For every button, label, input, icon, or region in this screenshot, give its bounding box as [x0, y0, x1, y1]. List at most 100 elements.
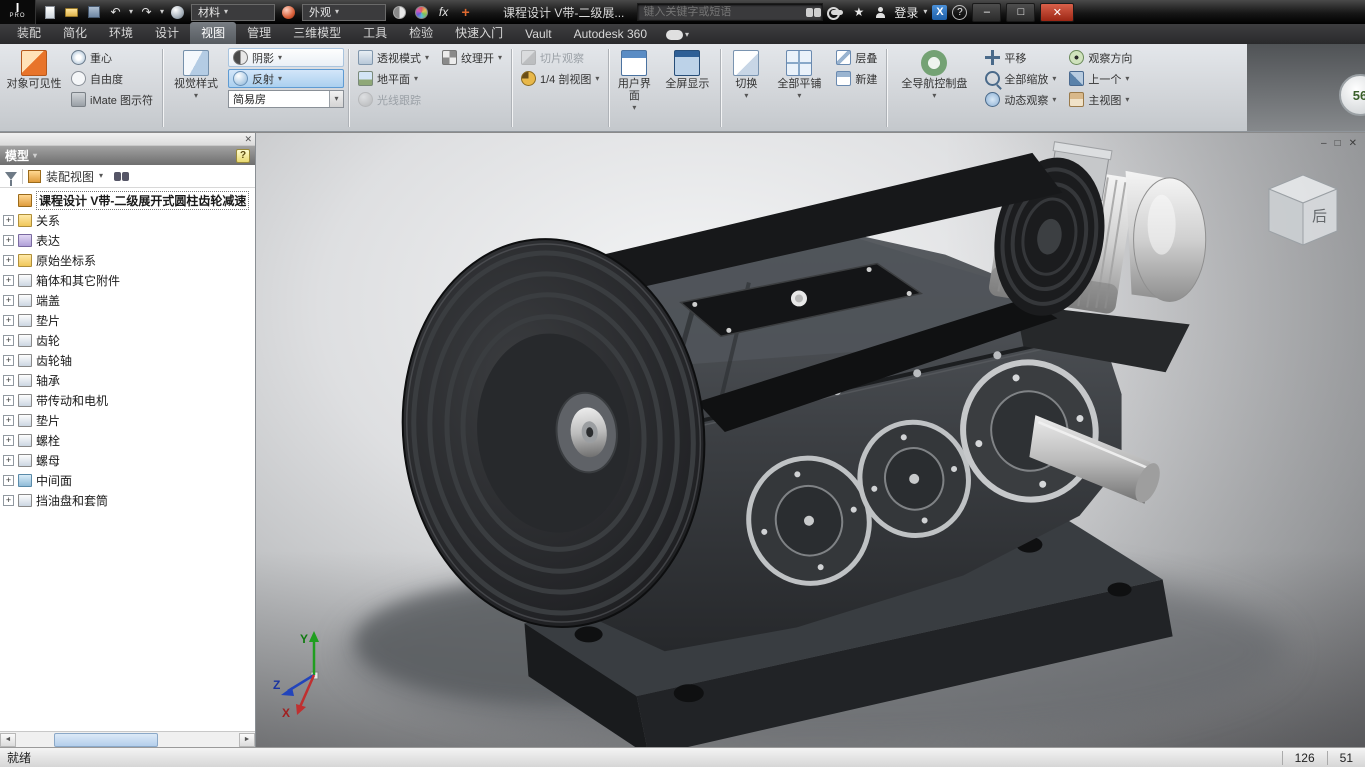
- zoom-all-button[interactable]: 全部缩放▾: [980, 69, 1061, 88]
- orbit-button[interactable]: 动态观察▾: [980, 90, 1061, 109]
- perspective-button[interactable]: 透视模式▾: [353, 48, 434, 67]
- tab-视图[interactable]: 视图: [190, 22, 236, 44]
- user-interface-button[interactable]: 用户界面 ▾: [613, 48, 655, 114]
- assembly-view-caret-icon[interactable]: ▾: [99, 172, 103, 180]
- view-cube-face-label[interactable]: 后: [1312, 208, 1327, 225]
- tree-item[interactable]: +螺母: [3, 450, 255, 470]
- perspective-caret-icon[interactable]: ▾: [425, 54, 429, 62]
- quarter-section-caret-icon[interactable]: ▾: [595, 75, 599, 83]
- browser-search-icon[interactable]: [114, 172, 121, 181]
- previous-caret-icon[interactable]: ▾: [1125, 75, 1129, 83]
- add-button[interactable]: +: [457, 4, 474, 21]
- tree-item[interactable]: +齿轮: [3, 330, 255, 350]
- tab-工具[interactable]: 工具: [352, 22, 398, 44]
- scroll-right-icon[interactable]: ►: [239, 733, 255, 747]
- pan-button[interactable]: 平移: [980, 48, 1061, 67]
- a360-panel-icon[interactable]: [666, 30, 683, 40]
- expander-icon[interactable]: +: [3, 315, 14, 326]
- browser-title-caret-icon[interactable]: ▾: [33, 152, 37, 160]
- tree-item[interactable]: +中间面: [3, 470, 255, 490]
- browser-drag-bar[interactable]: ✕: [0, 133, 255, 146]
- shadows-caret-icon[interactable]: ▾: [278, 54, 282, 62]
- expander-icon[interactable]: +: [3, 355, 14, 366]
- restore-button[interactable]: □: [1006, 3, 1035, 22]
- expander-icon[interactable]: +: [3, 335, 14, 346]
- expander-icon[interactable]: +: [3, 375, 14, 386]
- adjust-button[interactable]: [391, 4, 408, 21]
- browser-header[interactable]: 模型 ▾ ?: [0, 146, 255, 165]
- nav-wheel-button[interactable]: 全导航控制盘 ▾: [891, 48, 977, 102]
- expander-icon[interactable]: +: [3, 295, 14, 306]
- zoom-caret-icon[interactable]: ▾: [1052, 75, 1056, 83]
- browser-close-icon[interactable]: ✕: [244, 134, 252, 145]
- tab-管理[interactable]: 管理: [236, 22, 282, 44]
- expander-icon[interactable]: +: [3, 495, 14, 506]
- tree-item[interactable]: +轴承: [3, 370, 255, 390]
- tree-item[interactable]: +挡油盘和套筒: [3, 490, 255, 510]
- cascade-button[interactable]: 层叠: [831, 48, 882, 67]
- home-caret-icon[interactable]: ▾: [1125, 96, 1129, 104]
- assembly-view-selector[interactable]: 装配视图: [46, 168, 94, 185]
- gearbox-model[interactable]: [256, 133, 1365, 747]
- object-visibility-button[interactable]: 对象可见性: [5, 48, 63, 92]
- tree-item[interactable]: +齿轮轴: [3, 350, 255, 370]
- material-combo[interactable]: 材料 ▾: [191, 4, 275, 21]
- shadows-button[interactable]: 阴影▾: [228, 48, 344, 67]
- a360-caret-icon[interactable]: ▾: [685, 31, 689, 39]
- environment-combo[interactable]: 简易房 ▾: [228, 90, 344, 108]
- tab-Vault[interactable]: Vault: [514, 25, 562, 44]
- parameters-fx-button[interactable]: fx: [435, 4, 452, 21]
- ground-plane-caret-icon[interactable]: ▾: [414, 75, 418, 83]
- expander-icon[interactable]: +: [3, 235, 14, 246]
- save-button[interactable]: [85, 4, 102, 21]
- expander-icon[interactable]: +: [3, 435, 14, 446]
- close-button[interactable]: ✕: [1040, 3, 1074, 22]
- tab-Autodesk 360[interactable]: Autodesk 360: [563, 25, 658, 44]
- tab-检验[interactable]: 检验: [398, 22, 444, 44]
- tree-item[interactable]: +垫片: [3, 310, 255, 330]
- expander-icon[interactable]: +: [3, 395, 14, 406]
- help-button[interactable]: ?: [952, 5, 967, 20]
- subscription-key-button[interactable]: [828, 4, 845, 21]
- tree-item[interactable]: +螺栓: [3, 430, 255, 450]
- favorites-button[interactable]: ★: [850, 4, 867, 21]
- tab-三维模型[interactable]: 三维模型: [282, 22, 352, 44]
- environment-combo-button[interactable]: ▾: [329, 91, 343, 107]
- tree-item[interactable]: +表达: [3, 230, 255, 250]
- visual-style-button[interactable]: 视觉样式 ▾: [167, 48, 225, 102]
- notification-badge[interactable]: 56: [1339, 74, 1365, 116]
- expander-icon[interactable]: +: [3, 215, 14, 226]
- expander-icon[interactable]: +: [3, 455, 14, 466]
- reflections-caret-icon[interactable]: ▾: [278, 75, 282, 83]
- tree-item[interactable]: +端盖: [3, 290, 255, 310]
- scroll-track[interactable]: [16, 733, 239, 747]
- tree-item[interactable]: +关系: [3, 210, 255, 230]
- sign-in-button[interactable]: 登录: [894, 4, 918, 21]
- texture-on-button[interactable]: 纹理开▾: [437, 48, 507, 67]
- expander-icon[interactable]: +: [3, 475, 14, 486]
- previous-view-button[interactable]: 上一个▾: [1064, 69, 1137, 88]
- search-binoculars-icon[interactable]: [806, 8, 813, 17]
- exchange-apps-button[interactable]: X: [932, 5, 947, 20]
- switch-windows-button[interactable]: 切换 ▾: [725, 48, 767, 102]
- tab-装配[interactable]: 装配: [6, 22, 52, 44]
- browser-help-icon[interactable]: ?: [236, 149, 250, 163]
- scroll-thumb[interactable]: [54, 733, 158, 747]
- view-cube[interactable]: 后: [1253, 167, 1349, 259]
- ground-plane-button[interactable]: 地平面▾: [353, 69, 434, 88]
- undo-caret-icon[interactable]: ▾: [129, 8, 133, 16]
- tree-item[interactable]: +带传动和电机: [3, 390, 255, 410]
- search-input[interactable]: [638, 5, 806, 19]
- tree-item[interactable]: +垫片: [3, 410, 255, 430]
- texture-caret-icon[interactable]: ▾: [498, 54, 502, 62]
- center-of-gravity-button[interactable]: 重心: [66, 48, 158, 67]
- browser-hscrollbar[interactable]: ◄ ►: [0, 731, 255, 747]
- degrees-of-freedom-button[interactable]: 自由度: [66, 69, 158, 88]
- material-combo-caret-icon[interactable]: ▾: [224, 8, 228, 16]
- appearance-combo[interactable]: 外观 ▾: [302, 4, 386, 21]
- color-wheel-button[interactable]: [413, 4, 430, 21]
- doc-minimize-icon[interactable]: –: [1321, 138, 1327, 149]
- minimize-button[interactable]: –: [972, 3, 1001, 22]
- inventor-logo[interactable]: I PRO: [0, 0, 36, 24]
- home-view-button[interactable]: 主视图▾: [1064, 90, 1137, 109]
